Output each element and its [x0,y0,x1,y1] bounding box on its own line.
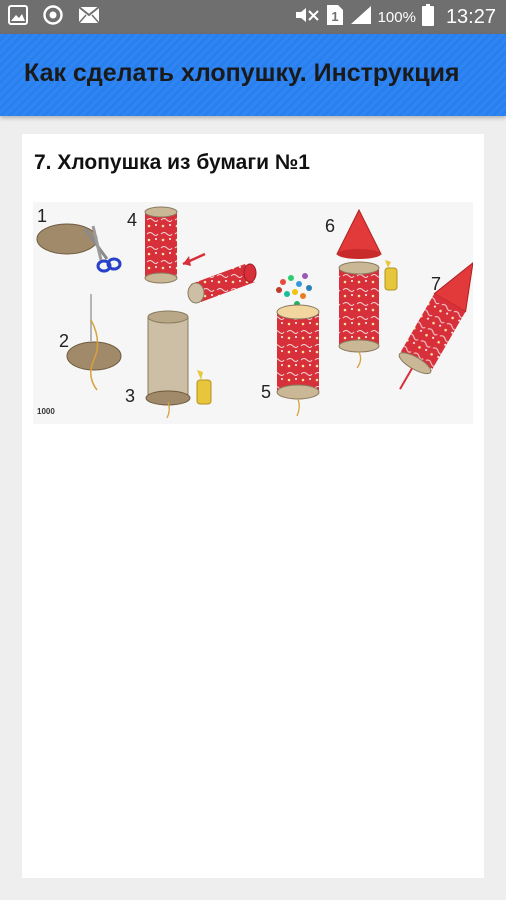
battery-percent: 100% [377,8,416,26]
system-icons: 1 100% 13:27 [294,3,496,31]
cardboard-disc [36,223,98,255]
step-number-6: 6 [325,216,335,236]
paper-roll [187,263,257,304]
cardboard-disc-2 [66,341,122,371]
sync-icon [42,4,64,31]
notification-icons [8,4,100,31]
wrapped-tube [145,212,177,278]
app-title: Как сделать хлопушку. Инструкция [24,59,460,87]
signal-icon [350,5,372,30]
step-number-1: 1 [37,206,47,226]
step-number-2: 2 [59,331,69,351]
content-card: 7. Хлопушка из бумаги №1 1 2 3 4 5 6 7 1… [22,134,484,878]
glue-bottle-icon [196,370,212,405]
finished-popper [398,261,473,390]
sim-label: 1 [331,9,338,24]
section-heading: 7. Хлопушка из бумаги №1 [34,151,310,174]
paper-cone [336,208,382,255]
cardboard-tube [147,316,189,398]
glue-bottle-icon-2 [384,260,398,291]
filled-tube [277,312,319,392]
battery-icon [421,3,434,31]
app-bar: Как сделать хлопушку. Инструкция [0,34,506,116]
mute-icon [294,5,320,30]
clock: 13:27 [445,5,496,28]
image-icon [8,4,28,30]
step-number-4: 4 [127,210,137,230]
confetti [276,273,312,307]
step-number-5: 5 [261,382,271,402]
watermark: 1000 [37,407,55,416]
step-number-3: 3 [125,386,135,406]
instruction-illustration: 1 2 3 4 5 6 7 1000 [33,202,473,424]
mail-icon [78,5,100,29]
wrapped-tube-6 [339,268,379,346]
status-bar: 1 100% 13:27 [0,0,506,34]
sim-1-icon: 1 [326,4,344,31]
